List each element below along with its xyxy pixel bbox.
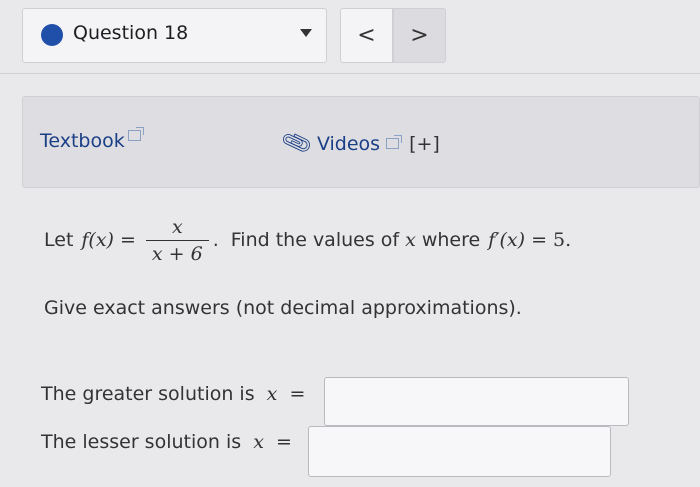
external-link-icon: [127, 127, 144, 141]
divider: [0, 73, 700, 74]
fraction-numerator: x: [171, 215, 183, 238]
problem-statement: Let f(x) = x x + 6 . Find the values of …: [44, 210, 571, 270]
period: .: [212, 229, 219, 251]
external-link-icon: [386, 135, 403, 149]
find-text: Find the values of: [230, 229, 400, 251]
greater-solution-text: The greater solution is: [41, 383, 255, 405]
fraction-denominator: x + 6: [145, 239, 209, 265]
videos-link[interactable]: Videos: [317, 133, 380, 155]
lesser-solution-text: The lesser solution is: [41, 431, 242, 453]
lesser-equals: =: [275, 431, 292, 453]
derivative-expression: f′(x): [488, 229, 526, 251]
problem-intro: Let: [44, 229, 74, 251]
next-question-button[interactable]: >: [393, 8, 446, 63]
equals-five: = 5.: [531, 229, 572, 251]
videos-link-group: 📎︎ Videos [+]: [280, 127, 440, 160]
expand-videos-button[interactable]: [+]: [409, 133, 440, 155]
greater-solution-input[interactable]: [324, 377, 629, 426]
chevron-left-icon: <: [357, 23, 376, 48]
question-label: Question 18: [73, 22, 189, 44]
equals-sign: =: [119, 229, 136, 251]
textbook-label: Textbook: [40, 130, 125, 152]
previous-question-button[interactable]: <: [340, 8, 393, 63]
where-text: where: [421, 229, 481, 251]
lesser-solution-label: The lesser solution is x =: [41, 431, 292, 453]
function-name: f(x): [81, 229, 114, 251]
paperclip-icon: 📎︎: [279, 126, 315, 161]
instructions: Give exact answers (not decimal approxim…: [44, 297, 522, 319]
fraction: x x + 6: [145, 215, 209, 265]
question-status-dot-icon: [41, 24, 63, 46]
lesser-var: x: [253, 431, 264, 453]
chevron-right-icon: >: [410, 23, 429, 48]
greater-var: x: [266, 383, 278, 405]
greater-equals: =: [289, 383, 306, 405]
greater-solution-label: The greater solution is x =: [41, 383, 305, 405]
lesser-solution-input[interactable]: [308, 426, 611, 477]
dropdown-caret-icon[interactable]: [300, 29, 312, 37]
textbook-link[interactable]: Textbook: [40, 127, 144, 152]
variable-x: x: [405, 229, 416, 251]
